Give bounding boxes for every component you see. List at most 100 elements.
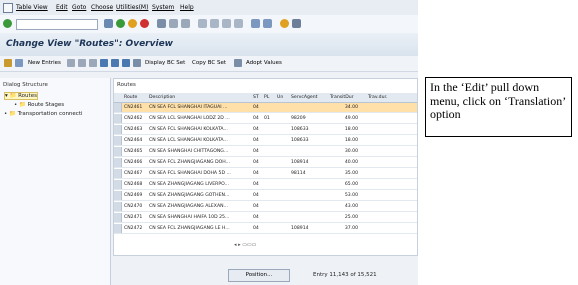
cell-st[interactable]: 04: [253, 158, 263, 167]
cell-desc[interactable]: CN SEA ZHANGJIAGANG ALEXAN...: [149, 202, 252, 211]
menu-table-view[interactable]: Table View: [16, 0, 48, 15]
cell-transit[interactable]: 37.00: [328, 224, 358, 233]
menu-goto[interactable]: Goto: [72, 0, 86, 15]
adopt-values-button[interactable]: Adopt Values: [246, 56, 282, 71]
column-header-route[interactable]: Route: [124, 93, 137, 102]
command-field[interactable]: [16, 19, 98, 30]
row-selector[interactable]: [114, 158, 122, 167]
undo-icon[interactable]: [89, 59, 97, 67]
column-header-servcagent[interactable]: ServcAgent: [291, 93, 317, 102]
print-icon[interactable]: [157, 19, 166, 28]
cell-transit[interactable]: 43.00: [328, 202, 358, 211]
table-row[interactable]: CN2462 CN SEA LCL SHANGHAI LODZ 2D ... 04 0…: [114, 114, 417, 124]
next-page-icon[interactable]: [222, 19, 231, 28]
layout-menu-icon[interactable]: [292, 19, 301, 28]
cell-desc[interactable]: CN SEA ZHANGJIAGANG LIVERPO...: [149, 180, 252, 189]
table-row[interactable]: CN2464 CN SEA LCL SHANGHAI KOLKATA... 04 10…: [114, 136, 417, 146]
cell-st[interactable]: 04: [253, 169, 263, 178]
new-session-icon[interactable]: [251, 19, 260, 28]
column-header-un[interactable]: Un: [277, 93, 283, 102]
save-icon[interactable]: [104, 19, 113, 28]
cancel-icon[interactable]: [140, 19, 149, 28]
cell-transit[interactable]: 49.00: [328, 114, 358, 123]
table-row[interactable]: CN2467 CN SEA FCL SHANGHAI DOHA 5D ... 04 9…: [114, 169, 417, 179]
table-row[interactable]: CN2469 CN SEA ZHANGJIAGANG GOTHEN... 04 53.…: [114, 191, 417, 201]
cell-agent[interactable]: 108633: [291, 125, 327, 134]
row-selector[interactable]: [114, 136, 122, 145]
help-icon[interactable]: [280, 19, 289, 28]
cell-st[interactable]: 04: [253, 202, 263, 211]
adopt-values-icon[interactable]: [234, 59, 242, 67]
menu-choose[interactable]: Choose: [91, 0, 113, 15]
new-entries-button[interactable]: New Entries: [28, 56, 61, 71]
cell-transit[interactable]: 18.00: [328, 125, 358, 134]
cell-pl[interactable]: 01: [264, 114, 276, 123]
cell-desc[interactable]: CN SEA FCL ZHANGJIAGANG LE H...: [149, 224, 252, 233]
shortcut-icon[interactable]: [263, 19, 272, 28]
row-selector[interactable]: [114, 114, 122, 123]
table-row[interactable]: CN2472 CN SEA FCL ZHANGJIAGANG LE H... 04 1…: [114, 224, 417, 234]
cell-agent[interactable]: 98209: [291, 114, 327, 123]
cell-desc[interactable]: CN SEA ZHANGJIAGANG GOTHEN...: [149, 191, 252, 200]
first-page-icon[interactable]: [198, 19, 207, 28]
display-change-icon[interactable]: [4, 59, 12, 67]
cell-route[interactable]: CN2462: [124, 114, 148, 123]
cell-route[interactable]: CN2466: [124, 158, 148, 167]
cell-transit[interactable]: 30.00: [328, 147, 358, 156]
cell-route[interactable]: CN2470: [124, 202, 148, 211]
cell-transit[interactable]: 25.00: [328, 213, 358, 222]
cell-transit[interactable]: 53.00: [328, 191, 358, 200]
row-selector[interactable]: [114, 125, 122, 134]
delete-icon[interactable]: [78, 59, 86, 67]
row-selector[interactable]: [114, 191, 122, 200]
cell-agent[interactable]: 108633: [291, 136, 327, 145]
table-row[interactable]: CN2461 CN SEA FCL SHANGHAI ITAGUAI ... 04 3…: [114, 103, 417, 113]
menu-help[interactable]: Help: [180, 0, 194, 15]
horizontal-scrollbar[interactable]: ◂ ▸ ▭▭▭: [234, 242, 274, 249]
cell-st[interactable]: 04: [253, 191, 263, 200]
cell-route[interactable]: CN2467: [124, 169, 148, 178]
row-selector[interactable]: [114, 180, 122, 189]
window-menu-icon[interactable]: [3, 3, 13, 13]
cell-transit[interactable]: 34.00: [328, 103, 358, 112]
cell-st[interactable]: 04: [253, 224, 263, 233]
column-header-description[interactable]: Description: [149, 93, 175, 102]
cell-st[interactable]: 04: [253, 103, 263, 112]
cell-transit[interactable]: 65.00: [328, 180, 358, 189]
table-row[interactable]: CN2463 CN SEA FCL SHANGHAI KOLKATA... 04 10…: [114, 125, 417, 135]
column-header-transitdur[interactable]: TransitDur: [330, 93, 354, 102]
table-row[interactable]: CN2471 CN SEA SHANGHAI HAIFA 10D 25... 04 2…: [114, 213, 417, 223]
cell-route[interactable]: CN2472: [124, 224, 148, 233]
row-selector[interactable]: [114, 147, 122, 156]
cell-route[interactable]: CN2463: [124, 125, 148, 134]
cell-st[interactable]: 04: [253, 147, 263, 156]
cell-st[interactable]: 04: [253, 180, 263, 189]
cell-desc[interactable]: CN SEA FCL ZHANGJIAGANG DOH...: [149, 158, 252, 167]
cell-route[interactable]: CN2471: [124, 213, 148, 222]
cell-st[interactable]: 04: [253, 136, 263, 145]
tree-item-route-stages[interactable]: • 📁 Route Stages: [14, 102, 64, 108]
row-selector[interactable]: [114, 169, 122, 178]
column-header-travdur[interactable]: Trav.dur.: [368, 93, 387, 102]
cell-desc[interactable]: CN SEA LCL SHANGHAI KOLKATA...: [149, 136, 252, 145]
cell-route[interactable]: CN2461: [124, 103, 148, 112]
row-selector[interactable]: [114, 202, 122, 211]
cell-route[interactable]: CN2465: [124, 147, 148, 156]
row-selector[interactable]: [114, 103, 122, 112]
select-all-icon[interactable]: [100, 59, 108, 67]
exit-icon[interactable]: [128, 19, 137, 28]
cell-agent[interactable]: 108914: [291, 224, 327, 233]
find-icon[interactable]: [169, 19, 178, 28]
table-row[interactable]: CN2466 CN SEA FCL ZHANGJIAGANG DOH... 04 10…: [114, 158, 417, 168]
cell-desc[interactable]: CN SEA SHANGHAI HAIFA 10D 25...: [149, 213, 252, 222]
cell-st[interactable]: 04: [253, 125, 263, 134]
position-button[interactable]: Position...: [228, 269, 290, 282]
back-icon[interactable]: [116, 19, 125, 28]
table-row[interactable]: CN2470 CN SEA ZHANGJIAGANG ALEXAN... 04 43.…: [114, 202, 417, 212]
cell-desc[interactable]: CN SEA FCL SHANGHAI KOLKATA...: [149, 125, 252, 134]
last-page-icon[interactable]: [234, 19, 243, 28]
deselect-all-icon[interactable]: [122, 59, 130, 67]
cell-route[interactable]: CN2464: [124, 136, 148, 145]
cell-transit[interactable]: 35.00: [328, 169, 358, 178]
display-bc-set-button[interactable]: Display BC Set: [145, 56, 185, 71]
